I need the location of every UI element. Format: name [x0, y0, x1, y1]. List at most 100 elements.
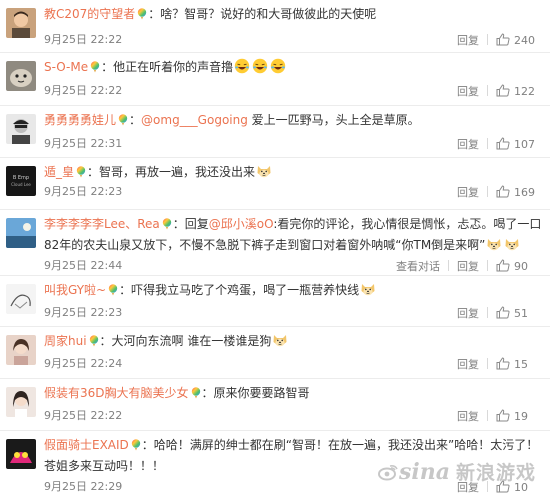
comment-timestamp: 9月25日 22:24	[44, 357, 123, 370]
comment-body: ：大河向东流啊 谁在一楼谁是狗	[99, 334, 272, 348]
sina-games-watermark: sina 新浪游戏	[377, 458, 536, 485]
like-button[interactable]: 19	[496, 409, 540, 423]
like-button[interactable]: 90	[496, 259, 540, 273]
reply-button[interactable]: 回复	[457, 85, 479, 98]
mention-link[interactable]: @omg___Gogoing	[141, 113, 248, 127]
username-link[interactable]: 勇勇勇勇娃儿	[44, 113, 116, 127]
comment-text: 假装有36D胸大有脑美少女 ：原来你要要路智哥	[44, 383, 544, 404]
comment-body: ：	[129, 113, 142, 127]
like-count: 19	[514, 410, 528, 423]
comment-timestamp: 9月25日 22:22	[44, 84, 123, 97]
doge-emoji-icon	[505, 239, 519, 251]
action-divider	[487, 85, 488, 96]
comment-body: ：原来你要要路智哥	[201, 386, 310, 400]
like-button[interactable]: 169	[496, 185, 540, 199]
username-link[interactable]: 假面骑士EXAID	[44, 438, 129, 452]
user-avatar[interactable]	[6, 284, 36, 314]
like-button[interactable]: 240	[496, 33, 540, 47]
comment-timestamp: 9月25日 22:29	[44, 480, 123, 493]
user-avatar[interactable]	[6, 218, 36, 248]
comment-item: 勇勇勇勇娃儿 ：@omg___Gogoing 爱上一匹野马，头上全是草原。 9月25…	[0, 105, 550, 158]
comment-item: S-O-Me ：他正在听着你的声音撸 9月25日 22:22 回复 122	[0, 52, 550, 106]
username-link[interactable]: 遁_皇	[44, 165, 74, 179]
comment-body: 爱上一匹野马，头上全是草原。	[247, 113, 420, 127]
comment-item: 李李李李李Lee、Rea ：回复@邱小溪oO:看完你的评论，我心情很是惆怅，忐忑。…	[0, 209, 550, 276]
comment-timestamp: 9月25日 22:31	[44, 137, 123, 150]
reply-button[interactable]: 回复	[457, 260, 479, 273]
vip-balloon-icon	[108, 284, 118, 296]
reply-button[interactable]: 回复	[457, 34, 479, 47]
vip-balloon-icon	[162, 218, 171, 230]
like-button[interactable]: 122	[496, 84, 540, 98]
like-count: 15	[514, 358, 528, 371]
user-avatar[interactable]	[6, 114, 36, 144]
laugh-cry-emoji-icon	[234, 58, 250, 74]
comment-timestamp: 9月25日 22:22	[44, 33, 123, 46]
action-divider	[487, 358, 488, 369]
like-count: 51	[514, 307, 528, 320]
vip-balloon-icon	[131, 439, 140, 451]
user-avatar[interactable]	[6, 8, 36, 38]
laugh-cry-emoji-icon	[252, 58, 268, 74]
comment-text: 周家hui ：大河向东流啊 谁在一楼谁是狗	[44, 331, 544, 352]
comment-timestamp: 9月25日 22:23	[44, 185, 123, 198]
like-button[interactable]: 51	[496, 306, 540, 320]
reply-button[interactable]: 回复	[457, 186, 479, 199]
thumbs-up-icon	[496, 306, 510, 319]
comment-text: 李李李李李Lee、Rea ：回复@邱小溪oO:看完你的评论，我心情很是惆怅，忐忑。…	[44, 214, 544, 256]
like-count: 122	[514, 85, 535, 98]
thumbs-up-icon	[496, 33, 510, 46]
like-count: 240	[514, 34, 535, 47]
reply-button[interactable]: 回复	[457, 358, 479, 371]
laugh-cry-emoji-icon	[270, 58, 286, 74]
comment-actions: 回复 240	[457, 33, 540, 48]
user-avatar[interactable]	[6, 387, 36, 417]
comment-timestamp: 9月25日 22:44	[44, 259, 123, 272]
comment-item: 叫我GY啦~ ：吓得我立马吃了个鸡蛋，喝了一瓶营养快线 9月25日 22:23 回复 5…	[0, 275, 550, 327]
doge-emoji-icon	[361, 284, 375, 296]
username-link[interactable]: 李李李李李Lee、Rea	[44, 217, 160, 231]
action-divider	[487, 34, 488, 45]
action-divider	[487, 138, 488, 149]
like-count: 90	[514, 260, 528, 273]
comment-actions: 查看对话 回复 90	[396, 259, 540, 274]
svg-text:B Emp: B Emp	[13, 175, 29, 181]
comment-text: 叫我GY啦~ ：吓得我立马吃了个鸡蛋，喝了一瓶营养快线	[44, 280, 544, 301]
reply-button[interactable]: 回复	[457, 138, 479, 151]
comment-text: 遁_皇 ：智哥，再放一遍，我还没出来	[44, 162, 544, 183]
vip-balloon-icon	[76, 166, 86, 178]
comment-text: S-O-Me ：他正在听着你的声音撸	[44, 57, 544, 78]
like-count: 107	[514, 138, 535, 151]
watermark-sina-text: sina	[398, 458, 450, 485]
like-count: 169	[514, 186, 535, 199]
like-button[interactable]: 15	[496, 357, 540, 371]
user-avatar[interactable]	[6, 439, 36, 469]
doge-emoji-icon	[273, 335, 287, 347]
username-link[interactable]: 周家hui	[44, 334, 87, 348]
like-button[interactable]: 107	[496, 137, 540, 151]
comment-actions: 回复 51	[457, 306, 540, 321]
thumbs-up-icon	[496, 185, 510, 198]
user-avatar[interactable]	[6, 335, 36, 365]
comment-body: ：回复	[172, 217, 209, 231]
username-link[interactable]: S-O-Me	[44, 60, 88, 74]
mention-link[interactable]: @邱小溪oO	[209, 217, 274, 231]
user-avatar[interactable]: B Emp Cloud Lee	[6, 166, 36, 196]
user-avatar[interactable]	[6, 61, 36, 91]
username-link[interactable]: 假装有36D胸大有脑美少女	[44, 386, 189, 400]
view-conversation-link[interactable]: 查看对话	[396, 260, 440, 273]
action-divider	[487, 307, 488, 318]
username-link[interactable]: 叫我GY啦~	[44, 283, 106, 297]
doge-emoji-icon	[487, 239, 501, 251]
comment-actions: 回复 15	[457, 357, 540, 372]
action-divider	[487, 186, 488, 197]
comment-item: 假装有36D胸大有脑美少女 ：原来你要要路智哥 9月25日 22:22 回复 19	[0, 378, 550, 431]
action-divider	[448, 260, 449, 271]
comment-text: 教C207的守望者 ：啥？智哥？说好的和大哥做彼此的天使呢	[44, 4, 544, 25]
username-link[interactable]: 教C207的守望者	[44, 7, 135, 21]
comment-body: ：智哥，再放一遍，我还没出来	[87, 165, 256, 179]
comment-actions: 回复 122	[457, 84, 540, 99]
comment-body: ：他正在听着你的声音撸	[101, 60, 234, 74]
reply-button[interactable]: 回复	[457, 307, 479, 320]
reply-button[interactable]: 回复	[457, 410, 479, 423]
